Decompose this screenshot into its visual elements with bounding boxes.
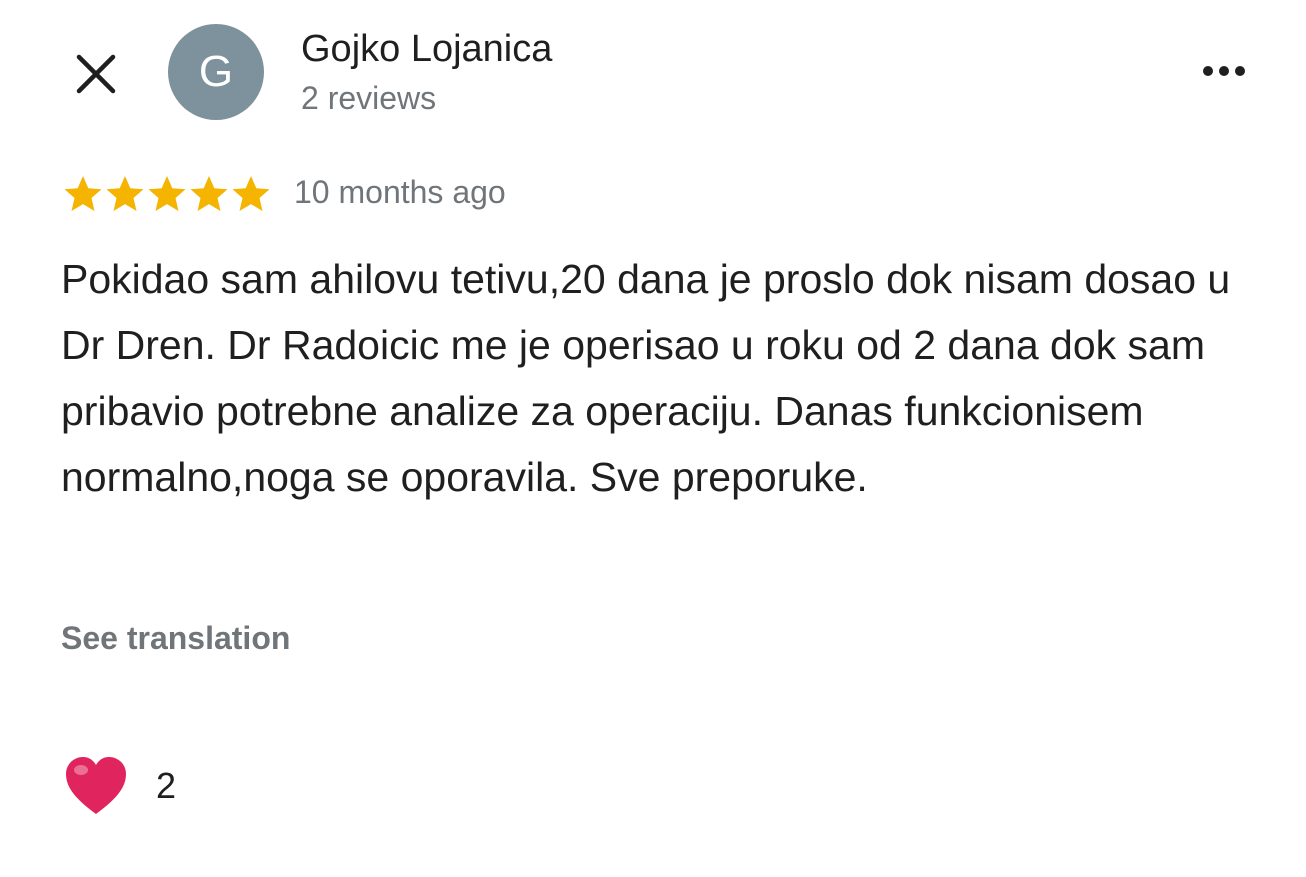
close-button[interactable] xyxy=(70,48,122,100)
star-icon xyxy=(190,176,228,211)
more-options-button[interactable] xyxy=(1196,50,1252,92)
star-icon xyxy=(148,176,186,211)
more-horizontal-icon xyxy=(1203,66,1213,76)
star-rating xyxy=(62,172,272,216)
close-icon xyxy=(76,54,116,94)
review-time: 10 months ago xyxy=(294,174,506,210)
reviewer-name[interactable]: Gojko Lojanica xyxy=(301,28,552,71)
review-text: Pokidao sam ahilovu tetivu,20 dana je pr… xyxy=(61,256,1231,500)
more-horizontal-icon xyxy=(1219,66,1229,76)
more-horizontal-icon xyxy=(1235,66,1245,76)
star-icon xyxy=(232,176,270,211)
reaction-count: 2 xyxy=(156,765,177,806)
star-icon xyxy=(64,176,102,211)
star-icon xyxy=(106,176,144,211)
like-reaction-button[interactable]: 2 xyxy=(62,750,176,822)
reviewer-review-count: 2 reviews xyxy=(301,80,437,116)
heart-icon xyxy=(66,757,126,814)
see-translation-link[interactable]: See translation xyxy=(61,620,290,657)
avatar[interactable]: G xyxy=(168,24,264,120)
